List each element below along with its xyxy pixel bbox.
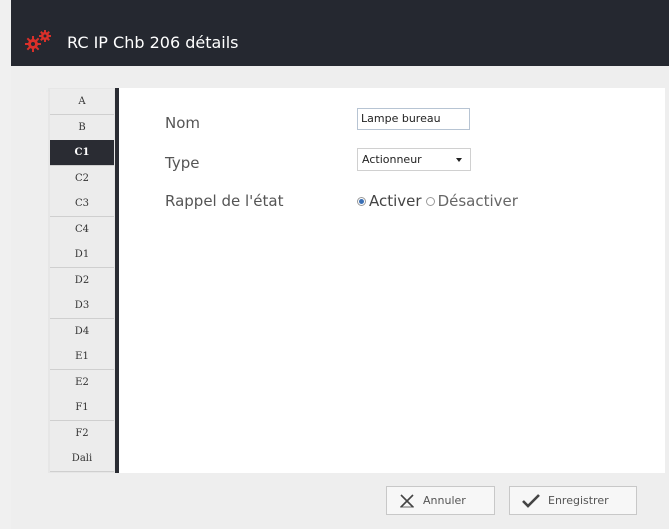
save-button[interactable]: Enregistrer <box>509 486 637 515</box>
tab-c4[interactable]: C4 <box>50 216 114 243</box>
checkmark-icon <box>522 493 540 508</box>
title-bar: RC IP Chb 206 détails <box>11 0 669 66</box>
tab-a[interactable]: A <box>50 89 114 115</box>
cancel-button[interactable]: Annuler <box>386 486 495 515</box>
content-area: A B C1 C2 C3 C4 D1 D2 D3 D4 E1 E2 F1 F2 Dali Nom Lampe… <box>48 88 665 473</box>
type-dropdown[interactable]: Actionneur <box>357 148 471 171</box>
type-label: Type <box>165 154 200 172</box>
dropdown-arrow-icon <box>456 158 462 162</box>
gears-icon <box>24 30 54 52</box>
radio-checked-icon <box>357 196 366 206</box>
recall-state-label: Rappel de l'état <box>165 192 284 210</box>
tab-b[interactable]: B <box>50 114 114 141</box>
radio-desactiver-label: Désactiver <box>437 192 518 210</box>
radio-activer[interactable]: Activer <box>357 192 422 210</box>
tab-d2[interactable]: D2 <box>50 267 114 294</box>
save-button-label: Enregistrer <box>548 494 609 507</box>
tab-d3[interactable]: D3 <box>50 293 114 319</box>
channel-tab-list: A B C1 C2 C3 C4 D1 D2 D3 D4 E1 E2 F1 F2 Dali <box>48 88 119 473</box>
tab-c3[interactable]: C3 <box>50 191 114 217</box>
name-input[interactable]: Lampe bureau <box>357 108 470 130</box>
tab-e2[interactable]: E2 <box>50 369 114 396</box>
tab-c2[interactable]: C2 <box>50 165 114 192</box>
tab-c1[interactable]: C1 <box>50 140 114 166</box>
window-title: RC IP Chb 206 détails <box>67 33 239 52</box>
tab-e1[interactable]: E1 <box>50 344 114 370</box>
details-panel: Nom Lampe bureau Type Actionneur Rappel … <box>119 88 665 473</box>
details-window: RC IP Chb 206 détails A B C1 C2 C3 C4 D1 D2 D3 D4… <box>11 0 669 529</box>
tab-d1[interactable]: D1 <box>50 242 114 268</box>
close-icon <box>399 493 415 508</box>
radio-desactiver[interactable]: Désactiver <box>425 192 518 210</box>
type-dropdown-value: Actionneur <box>362 153 422 166</box>
tab-dali[interactable]: Dali <box>50 446 114 472</box>
name-label: Nom <box>165 114 201 132</box>
tab-d4[interactable]: D4 <box>50 318 114 345</box>
cancel-button-label: Annuler <box>423 494 466 507</box>
radio-activer-label: Activer <box>369 192 422 210</box>
recall-state-radio-group: Activer Désactiver <box>357 192 522 210</box>
tab-f2[interactable]: F2 <box>50 420 114 447</box>
radio-unchecked-icon <box>425 196 435 206</box>
tab-f1[interactable]: F1 <box>50 395 114 421</box>
